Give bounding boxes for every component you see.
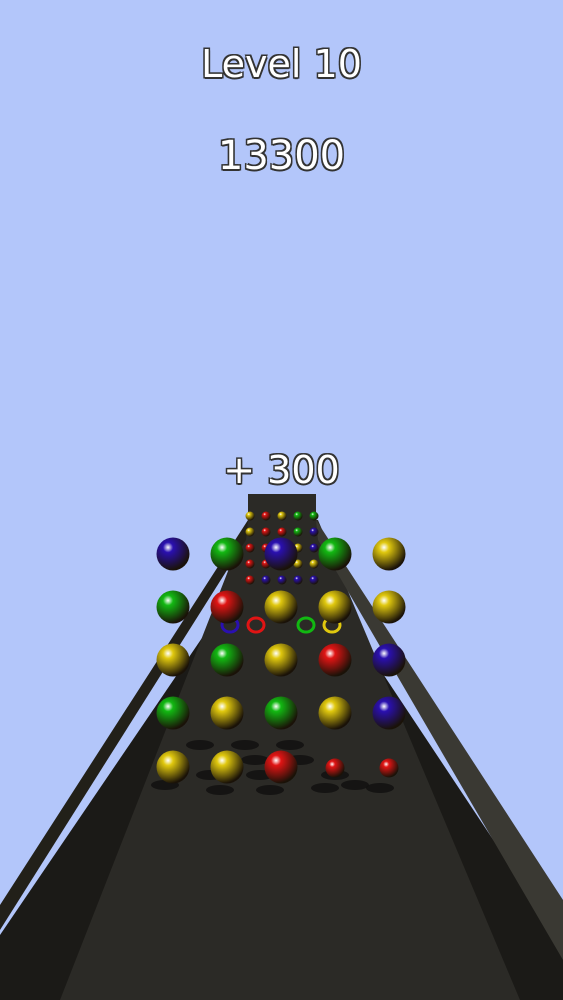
blue-ball[interactable]	[264, 537, 298, 571]
far-ball	[309, 575, 319, 585]
far-ball	[293, 527, 303, 537]
ball-shadow	[366, 783, 394, 793]
ball-shadow	[206, 785, 234, 795]
yellow-ball[interactable]	[372, 590, 406, 624]
far-ball	[277, 527, 287, 537]
yellow-ball[interactable]	[210, 750, 244, 784]
far-ball	[245, 543, 255, 553]
far-ball	[309, 527, 319, 537]
green-ball[interactable]	[210, 537, 244, 571]
far-ball	[261, 511, 271, 521]
far-ball	[245, 527, 255, 537]
ball-shadow	[241, 755, 269, 765]
green-ball[interactable]	[210, 643, 244, 677]
yellow-ball[interactable]	[210, 696, 244, 730]
red-ball[interactable]	[318, 643, 352, 677]
blue-ball[interactable]	[372, 643, 406, 677]
far-ball	[293, 575, 303, 585]
green-ball[interactable]	[156, 696, 190, 730]
yellow-ball[interactable]	[318, 696, 352, 730]
red-ball[interactable]	[325, 758, 345, 778]
green-ball[interactable]	[318, 537, 352, 571]
yellow-ball[interactable]	[264, 590, 298, 624]
green-ball[interactable]	[264, 696, 298, 730]
red-ball[interactable]	[379, 758, 399, 778]
far-ball	[277, 575, 287, 585]
ball-shadow	[231, 740, 259, 750]
far-ball	[277, 511, 287, 521]
far-ball	[261, 575, 271, 585]
far-ball	[309, 511, 319, 521]
green-ball[interactable]	[156, 590, 190, 624]
far-ball	[309, 559, 319, 569]
far-ball	[245, 559, 255, 569]
ball-shadow	[341, 780, 369, 790]
ball-shadow	[186, 740, 214, 750]
score-display: 13300	[217, 133, 346, 179]
yellow-ball[interactable]	[156, 750, 190, 784]
ball-shadow	[256, 785, 284, 795]
blue-ball[interactable]	[156, 537, 190, 571]
far-ball	[261, 527, 271, 537]
ball-shadow	[276, 740, 304, 750]
bonus-popup: + 300	[223, 448, 340, 492]
level-label: Level 10	[201, 42, 362, 86]
far-ball	[309, 543, 319, 553]
far-ball	[293, 511, 303, 521]
ball-shadow	[311, 783, 339, 793]
yellow-ball[interactable]	[318, 590, 352, 624]
yellow-ball[interactable]	[264, 643, 298, 677]
red-ball[interactable]	[264, 750, 298, 784]
red-ball[interactable]	[210, 590, 244, 624]
far-ball	[245, 511, 255, 521]
blue-ball[interactable]	[372, 696, 406, 730]
yellow-ball[interactable]	[372, 537, 406, 571]
far-ball	[245, 575, 255, 585]
yellow-ball[interactable]	[156, 643, 190, 677]
